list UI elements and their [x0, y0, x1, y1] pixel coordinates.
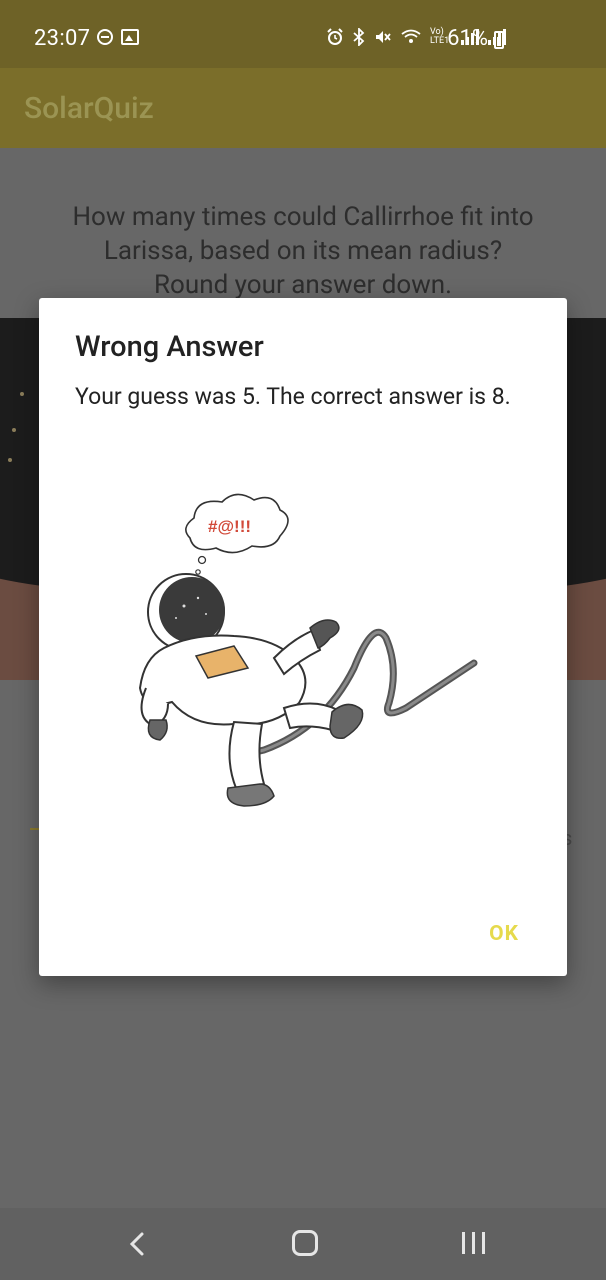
- wrong-answer-dialog: Wrong Answer Your guess was 5. The corre…: [39, 298, 567, 976]
- wifi-icon: [401, 29, 421, 43]
- app-title: SolarQuiz: [24, 91, 154, 126]
- status-left-icons: [97, 29, 139, 45]
- home-icon[interactable]: [292, 1230, 318, 1256]
- question-text: How many times could Callirrhoe fit into…: [72, 202, 534, 300]
- alarm-icon: [327, 28, 343, 45]
- status-time: 23:07: [34, 26, 91, 51]
- star-decoration: [12, 428, 16, 432]
- mute-icon: [376, 31, 391, 43]
- star-decoration: [8, 458, 12, 462]
- status-bar: [0, 0, 606, 68]
- image-icon: [121, 29, 139, 45]
- battery-percentage: 61%: [447, 26, 488, 51]
- thought-bubble-text: #@!!!: [208, 517, 251, 536]
- astronaut-illustration: #@!!!: [138, 493, 478, 807]
- battery-icon: [494, 31, 504, 49]
- dialog-title: Wrong Answer: [75, 330, 264, 364]
- ok-button[interactable]: OK: [489, 922, 519, 946]
- star-decoration: [20, 392, 24, 396]
- recents-icon[interactable]: [462, 1232, 485, 1254]
- dialog-message: Your guess was 5. The correct answer is …: [75, 383, 511, 410]
- back-icon[interactable]: [124, 1228, 152, 1260]
- bluetooth-icon: [353, 28, 365, 46]
- dnd-icon: [97, 29, 113, 45]
